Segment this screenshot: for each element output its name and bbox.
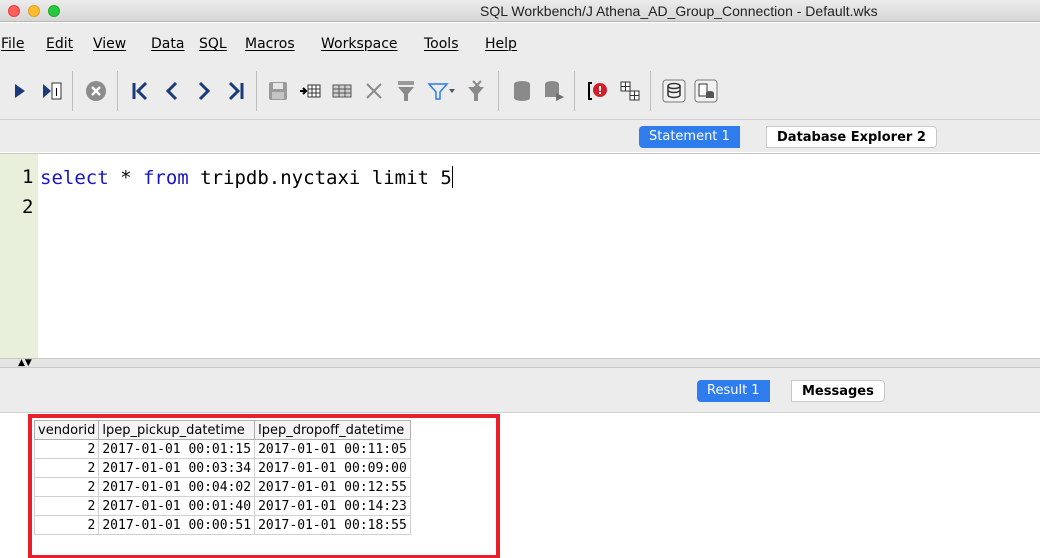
db-explorer-icon[interactable] [660, 76, 688, 106]
menu-sql[interactable]: SQL [199, 36, 227, 52]
next-icon[interactable] [190, 76, 218, 106]
svg-text:I: I [55, 86, 58, 99]
cell-vendorid[interactable]: 2 [33, 439, 100, 459]
toolbar-separator [574, 71, 575, 111]
cell-dropoff[interactable]: 2017-01-01 00:18:55 [254, 515, 411, 535]
previous-icon[interactable] [158, 76, 186, 106]
cell-pickup[interactable]: 2017-01-01 00:01:40 [98, 496, 256, 516]
menu-data[interactable]: Data [151, 36, 184, 52]
maximize-window-button[interactable] [48, 5, 60, 17]
tab-database-explorer-2[interactable]: Database Explorer 2 [766, 126, 937, 148]
table-row[interactable]: 2 2017-01-01 00:01:15 2017-01-01 00:11:0… [33, 439, 411, 459]
cell-vendorid[interactable]: 2 [33, 458, 100, 478]
menu-view[interactable]: View [93, 36, 126, 52]
cell-pickup[interactable]: 2017-01-01 00:03:34 [98, 458, 256, 478]
close-window-button[interactable] [8, 5, 20, 17]
code-text: tripdb.nyctaxi limit 5 [188, 167, 452, 189]
menu-help[interactable]: Help [485, 36, 517, 52]
window-title: SQL Workbench/J Athena_AD_Group_Connecti… [480, 3, 878, 19]
cell-vendorid[interactable]: 2 [33, 477, 100, 497]
insert-row-icon[interactable] [296, 76, 324, 106]
line-number: 1 [22, 166, 34, 188]
error-icon[interactable]: ! [584, 76, 612, 106]
execute-current-icon[interactable]: I [38, 76, 66, 106]
result-tab-strip: Result 1 Messages [0, 368, 1040, 412]
column-header-dropoff[interactable]: lpep_dropoff_datetime [254, 420, 411, 440]
cell-dropoff[interactable]: 2017-01-01 00:09:00 [254, 458, 411, 478]
grid-icon[interactable] [616, 76, 644, 106]
cell-dropoff[interactable]: 2017-01-01 00:12:55 [254, 477, 411, 497]
save-icon[interactable] [264, 76, 292, 106]
database-icon[interactable] [508, 76, 536, 106]
keyword: from [142, 167, 189, 189]
table-row[interactable]: 2 2017-01-01 00:01:40 2017-01-01 00:14:2… [33, 496, 411, 516]
keyword: select [40, 167, 109, 189]
toolbar-separator [117, 71, 118, 111]
toolbar: I ! [0, 63, 1040, 119]
cell-pickup[interactable]: 2017-01-01 00:00:51 [98, 515, 256, 535]
sql-query[interactable]: select * from tripdb.nyctaxi limit 5 [40, 166, 453, 189]
line-number-gutter: 1 2 [0, 154, 38, 359]
cell-vendorid[interactable]: 2 [33, 496, 100, 516]
minimize-window-button[interactable] [28, 5, 40, 17]
column-header-pickup[interactable]: lpep_pickup_datetime [98, 420, 256, 440]
cell-pickup[interactable]: 2017-01-01 00:01:15 [98, 439, 256, 459]
table-row[interactable]: 2 2017-01-01 00:00:51 2017-01-01 00:18:5… [33, 515, 411, 535]
code-text: * [108, 167, 143, 189]
split-pane-divider[interactable]: ▲▼ [0, 358, 1040, 368]
editor-tab-strip: Statement 1 Database Explorer 2 [0, 119, 1040, 152]
cell-dropoff[interactable]: 2017-01-01 00:14:23 [254, 496, 411, 516]
first-page-icon[interactable] [126, 76, 154, 106]
result-grid[interactable]: vendorid lpep_pickup_datetime lpep_dropo… [33, 420, 411, 535]
settings-icon[interactable] [692, 76, 720, 106]
cancel-icon[interactable] [82, 76, 110, 106]
text-cursor [451, 166, 453, 188]
tab-result-1[interactable]: Result 1 [697, 380, 770, 402]
clear-filter-icon[interactable] [462, 76, 490, 106]
sql-editor[interactable]: 1 2 select * from tripdb.nyctaxi limit 5 [0, 153, 1040, 359]
toolbar-separator [498, 71, 499, 111]
filter-icon[interactable] [392, 76, 420, 106]
cell-dropoff[interactable]: 2017-01-01 00:11:05 [254, 439, 411, 459]
menu-workspace[interactable]: Workspace [321, 36, 398, 52]
menu-macros[interactable]: Macros [245, 36, 295, 52]
database-export-icon[interactable] [540, 76, 568, 106]
menu-bar: File Edit View Data SQL Macros Workspace… [0, 23, 1040, 63]
last-page-icon[interactable] [222, 76, 250, 106]
tab-messages[interactable]: Messages [791, 380, 885, 402]
toolbar-separator [72, 71, 73, 111]
result-panel: vendorid lpep_pickup_datetime lpep_dropo… [0, 412, 1040, 558]
execute-icon[interactable] [6, 76, 34, 106]
copy-row-icon[interactable] [328, 76, 356, 106]
tab-statement-1[interactable]: Statement 1 [639, 126, 740, 148]
filter-dropdown-icon[interactable] [424, 76, 460, 106]
cell-pickup[interactable]: 2017-01-01 00:04:02 [98, 477, 256, 497]
header-row: vendorid lpep_pickup_datetime lpep_dropo… [33, 420, 411, 440]
delete-icon[interactable] [360, 76, 388, 106]
column-header-vendorid[interactable]: vendorid [33, 420, 100, 440]
title-bar: SQL Workbench/J Athena_AD_Group_Connecti… [0, 0, 1040, 22]
toolbar-separator [650, 71, 651, 111]
table-row[interactable]: 2 2017-01-01 00:03:34 2017-01-01 00:09:0… [33, 458, 411, 478]
svg-text:!: ! [597, 84, 602, 97]
menu-tools[interactable]: Tools [424, 36, 459, 52]
cell-vendorid[interactable]: 2 [33, 515, 100, 535]
split-arrows-icon[interactable]: ▲▼ [18, 359, 32, 368]
menu-edit[interactable]: Edit [46, 36, 73, 52]
menu-file[interactable]: File [1, 36, 24, 52]
table-row[interactable]: 2 2017-01-01 00:04:02 2017-01-01 00:12:5… [33, 477, 411, 497]
line-number: 2 [22, 196, 34, 218]
toolbar-separator [256, 71, 257, 111]
